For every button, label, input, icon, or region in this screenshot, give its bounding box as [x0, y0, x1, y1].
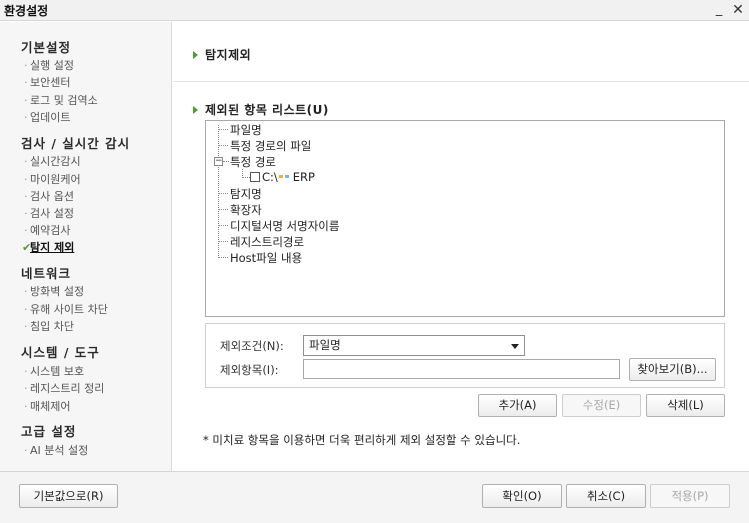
cancel-button[interactable]: 취소(C) — [566, 484, 646, 508]
list-title: 제외된 항목 리스트(U) — [193, 101, 329, 118]
sidebar-group-advanced[interactable]: 고급 설정 — [21, 421, 76, 440]
minimize-button[interactable]: _ — [710, 1, 728, 19]
apply-button[interactable]: 적용(P) — [650, 484, 730, 508]
tree-item-filename[interactable]: 파일명 — [230, 122, 262, 138]
tree-item-host-file[interactable]: Host파일 내용 — [230, 250, 302, 266]
sidebar-item-scan-settings[interactable]: · 검사 설정 — [24, 205, 74, 221]
collapse-icon[interactable]: − — [214, 157, 223, 166]
reset-default-button[interactable]: 기본값으로(R) — [19, 484, 118, 508]
sidebar-item-security-center[interactable]: · 보안센터 — [24, 74, 70, 90]
sidebar-item-intrusion-block[interactable]: · 침입 차단 — [24, 318, 74, 334]
settings-sidebar: 기본설정 · 실행 설정 · 보안센터 · 로그 및 검역소 · 업데이트 검사 / 실… — [0, 22, 172, 471]
page-title: 탐지제외 — [193, 46, 251, 63]
tree-item-detection-name[interactable]: 탐지명 — [230, 186, 262, 202]
main-panel: 탐지제외 제외된 항목 리스트(U) 파일명 특정 경로의 파일 − 특정 경로… — [173, 22, 749, 471]
masked-char — [278, 175, 283, 178]
tree-item-registry[interactable]: 레지스트리경로 — [230, 234, 304, 250]
sidebar-group-system[interactable]: 시스템 / 도구 — [21, 342, 100, 361]
exclusion-form: 제외조건(N): 파일명 제외항목(I): 찾아보기(B)... — [205, 323, 725, 388]
edit-button[interactable]: 수정(E) — [562, 394, 641, 417]
condition-label: 제외조건(N): — [220, 339, 284, 353]
sidebar-group-basic[interactable]: 기본설정 — [21, 37, 71, 56]
tree-item-signer[interactable]: 디지털서명 서명자이름 — [230, 218, 339, 234]
sidebar-item-mycare[interactable]: · 마이원케어 — [24, 171, 81, 187]
window-title: 환경설정 — [4, 4, 49, 18]
sidebar-item-run-settings[interactable]: · 실행 설정 — [24, 57, 74, 73]
tree-item-path[interactable]: 특정 경로 — [230, 154, 276, 170]
condition-select[interactable]: 파일명 — [303, 335, 525, 356]
sidebar-item-registry-clean[interactable]: · 레지스트리 정리 — [24, 380, 104, 396]
arrow-right-icon — [193, 106, 198, 114]
footer-bar: 기본값으로(R) 확인(O) 취소(C) 적용(P) — [0, 471, 749, 523]
sidebar-item-ai-analysis[interactable]: · AI 분석 설정 — [24, 442, 88, 458]
sidebar-item-scan-options[interactable]: · 검사 옵션 — [24, 188, 74, 204]
tree-item-path-entry[interactable]: C:\ ERP — [250, 170, 315, 184]
tree-item-path-file[interactable]: 특정 경로의 파일 — [230, 138, 311, 154]
checkbox[interactable] — [250, 172, 260, 182]
title-bar: 환경설정 _ ✕ — [0, 0, 749, 21]
sidebar-item-scheduled-scan[interactable]: · 예약검사 — [24, 222, 70, 238]
sidebar-item-site-block[interactable]: · 유해 사이트 차단 — [24, 301, 108, 317]
exclusion-tree[interactable]: 파일명 특정 경로의 파일 − 특정 경로 C:\ ERP 탐지명 확장자 디지털… — [205, 120, 725, 317]
sidebar-item-log-quarantine[interactable]: · 로그 및 검역소 — [24, 92, 98, 108]
sidebar-item-firewall[interactable]: · 방화벽 설정 — [24, 283, 84, 299]
sidebar-item-system-protect[interactable]: · 시스템 보호 — [24, 363, 84, 379]
delete-button[interactable]: 삭제(L) — [646, 394, 725, 417]
check-icon: ✔ — [22, 241, 32, 254]
divider — [173, 81, 749, 82]
chevron-down-icon — [511, 344, 519, 349]
sidebar-item-exclusions[interactable]: ✔탐지 제외 — [22, 239, 74, 255]
arrow-right-icon — [193, 51, 198, 59]
hint-text: * 미치료 항목을 이용하면 더욱 편리하게 제외 설정할 수 있습니다. — [203, 433, 521, 447]
masked-char — [284, 175, 289, 178]
add-button[interactable]: 추가(A) — [478, 394, 557, 417]
sidebar-group-network[interactable]: 네트워크 — [21, 263, 71, 282]
tree-item-extension[interactable]: 확장자 — [230, 202, 262, 218]
browse-button[interactable]: 찾아보기(B)... — [629, 358, 716, 381]
sidebar-item-realtime[interactable]: · 실시간감시 — [24, 153, 81, 169]
ok-button[interactable]: 확인(O) — [482, 484, 562, 508]
close-button[interactable]: ✕ — [729, 1, 747, 19]
item-input[interactable] — [303, 359, 620, 379]
item-label: 제외항목(I): — [220, 363, 279, 377]
sidebar-item-update[interactable]: · 업데이트 — [24, 109, 70, 125]
sidebar-group-scan[interactable]: 검사 / 실시간 감시 — [21, 133, 130, 152]
sidebar-item-media-control[interactable]: · 매체제어 — [24, 398, 70, 414]
